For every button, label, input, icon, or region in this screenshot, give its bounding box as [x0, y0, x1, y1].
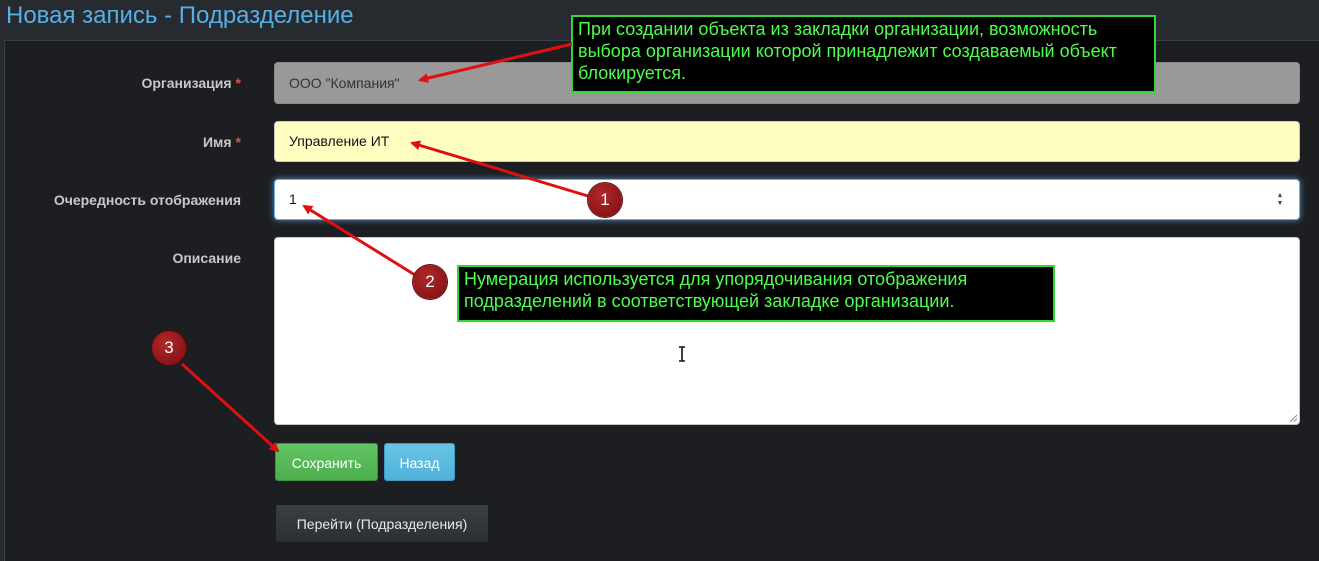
- step-badge-1: 1: [588, 183, 622, 217]
- step-badge-3: 3: [152, 331, 186, 365]
- number-spinner[interactable]: ▲ ▼: [1275, 192, 1285, 208]
- required-mark: *: [235, 75, 241, 91]
- spinner-up-icon[interactable]: ▲: [1275, 192, 1285, 200]
- step-badge-2: 2: [413, 265, 447, 299]
- name-value: Управление ИТ: [289, 133, 390, 149]
- name-label: Имя *: [202, 134, 241, 150]
- page-title: Новая запись - Подразделение: [6, 2, 354, 29]
- order-number-input[interactable]: 1 ▲ ▼: [274, 179, 1300, 220]
- goto-subdivisions-button[interactable]: Перейти (Подразделения): [275, 504, 489, 543]
- annotation-note-1: При создании объекта из закладки организ…: [571, 15, 1156, 93]
- back-button[interactable]: Назад: [384, 443, 455, 481]
- annotation-note-2: Нумерация используется для упорядочивани…: [457, 265, 1055, 322]
- name-input[interactable]: Управление ИТ: [274, 121, 1300, 162]
- resize-handle-icon[interactable]: [1289, 414, 1297, 422]
- organization-label: Организация *: [141, 75, 241, 91]
- save-button[interactable]: Сохранить: [275, 443, 378, 481]
- description-label: Описание: [172, 250, 241, 266]
- text-cursor-icon: [679, 346, 685, 362]
- spinner-down-icon[interactable]: ▼: [1275, 200, 1285, 208]
- required-mark: *: [235, 134, 241, 150]
- order-value: 1: [289, 191, 297, 207]
- order-label: Очередность отображения: [53, 192, 241, 208]
